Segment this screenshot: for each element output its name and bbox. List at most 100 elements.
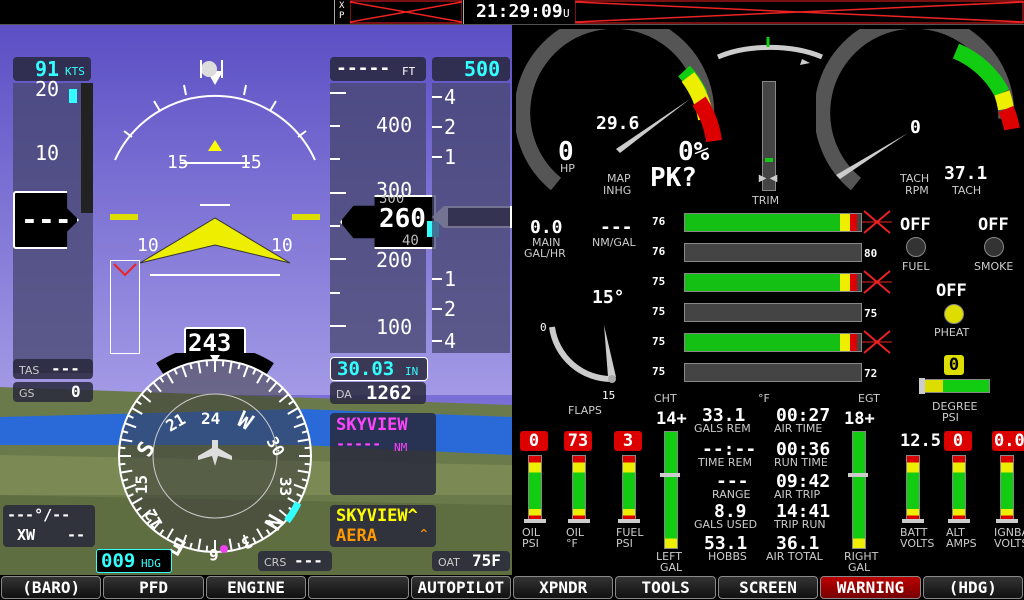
selected-altitude-value: -----: [336, 58, 391, 79]
da-value: 1262: [366, 382, 412, 404]
gauge-unit: AMPS: [946, 537, 977, 550]
altitude-tick: 400: [376, 113, 413, 137]
cylinder-bar: [684, 333, 862, 352]
run-time-label: RUN TIME: [774, 456, 828, 469]
cylinder-bar: [684, 363, 862, 382]
vsi-tick: 1: [444, 267, 457, 291]
oat-label: OAT: [438, 556, 460, 569]
gauge-bar: [1000, 455, 1014, 523]
cht-label: CHT: [654, 392, 677, 405]
nav2-source-box[interactable]: SKYVIEW^ AERA ⌃: [330, 505, 436, 547]
oat-box: OAT 75F: [432, 551, 510, 571]
pfd-panel[interactable]: 91 KTS 20 10 --- 15 15 10 10 ----- FT 50…: [0, 25, 512, 575]
cht-value: 75: [652, 275, 666, 288]
cht-value: 76: [652, 245, 666, 258]
tools-button[interactable]: TOOLS: [615, 576, 716, 599]
gauge-bar: [572, 455, 586, 523]
nav-distance: -----: [336, 435, 382, 453]
hobbs-label: HOBBS: [708, 550, 747, 563]
xw-label: XW: [17, 526, 36, 544]
hsi-compass: [118, 353, 312, 553]
autopilot-button[interactable]: AUTOPILOT: [410, 576, 512, 599]
cylinder-bar-fill: [685, 334, 858, 351]
vsi-tick: 4: [444, 329, 457, 353]
gauge-value: 0: [944, 431, 972, 451]
clock-suffix: U: [563, 7, 570, 20]
vs-bug-readout: 500: [432, 57, 510, 81]
gauge-pointer: [524, 519, 546, 523]
flaps-degree: 15°: [592, 287, 625, 308]
double-chevron-icon: ⌃: [418, 527, 430, 543]
screen-button[interactable]: SCREEN: [717, 576, 819, 599]
engine-panel[interactable]: 29.6 0 HP MAP INHG 0% PK? ▶ ◀ TRIM 0 37.…: [512, 25, 1024, 575]
tas-label: TAS: [19, 364, 40, 377]
temp-unit-label: °F: [758, 392, 770, 405]
fuel-time-totals: 33.1 00:27 GALS REM AIR TIME --:-- 00:36…: [690, 405, 850, 565]
gauge-unit: VOLTS: [900, 537, 935, 550]
gals-rem-label: GALS REM: [694, 422, 751, 435]
course-box[interactable]: CRS ---: [258, 551, 332, 571]
gauge-pointer: [996, 519, 1018, 523]
gauge-unit: °F: [566, 537, 578, 550]
compass-label: 6: [209, 545, 219, 564]
smoke-label: SMOKE: [974, 260, 1014, 273]
altitude-roll-below: 40: [402, 233, 419, 249]
clock: 21:29:09: [476, 1, 563, 22]
egt-value: 72: [864, 367, 878, 380]
baro-setting[interactable]: 30.03 IN: [330, 357, 428, 381]
airspeed-tick: 10: [35, 141, 60, 165]
gs-value: 0: [71, 382, 81, 401]
cht-value: 76: [652, 215, 666, 228]
gauge-unit: GAL: [660, 561, 683, 574]
crs-value: ---: [294, 551, 323, 570]
time-rem-label: TIME REM: [698, 456, 752, 469]
cht-value: 75: [652, 305, 666, 318]
batt-gauge: 12.5 BATT VOLTS: [900, 431, 941, 561]
gauge-value: 3: [614, 431, 642, 451]
pheat-light: [944, 304, 964, 324]
softkey-bar: (BARO) PFD ENGINE AUTOPILOT XPNDR TOOLS …: [0, 575, 1024, 600]
pfd-button[interactable]: PFD: [103, 576, 204, 599]
smoke-light: [984, 237, 1004, 257]
cylinder-temps: 76 76 80 75 75 75 75 75 72: [652, 209, 892, 395]
egt-fail-icon: [862, 210, 892, 234]
flaps-gauge: [549, 325, 616, 383]
air-total-label: AIR TOTAL: [766, 550, 823, 563]
trim-arrow-icons: ▶ ◀: [758, 173, 778, 184]
airspeed-unit: KTS: [65, 65, 85, 78]
cylinder-bar: [684, 303, 862, 322]
gauge-value: 12.5: [900, 431, 941, 451]
baro-unit: IN: [405, 365, 419, 378]
hdg-button[interactable]: (HDG): [922, 576, 1024, 599]
warning-button[interactable]: WARNING: [820, 576, 921, 599]
nav-source-box[interactable]: SKYVIEW ----- NM: [330, 413, 436, 495]
gauge-pointer: [848, 473, 868, 477]
engine-button[interactable]: ENGINE: [205, 576, 307, 599]
nav-source: SKYVIEW: [336, 415, 408, 435]
heading-bug-box[interactable]: 009 HDG: [96, 549, 172, 573]
degree-psi-bar: [919, 378, 990, 394]
airspeed-bar: [81, 83, 93, 213]
annunciator-fail-indicator: [575, 0, 1024, 24]
baro-value: 30.03: [337, 358, 395, 380]
wind-box: ---°/-- XW --: [3, 505, 95, 547]
fuel-flow-value: 0.0: [530, 217, 563, 238]
cylinder-bar: [684, 243, 862, 262]
baro-button[interactable]: (BARO): [1, 576, 102, 599]
da-label: DA: [336, 388, 352, 401]
gauge-pointer: [618, 519, 640, 523]
egt-fail-icon: [862, 270, 892, 294]
gauge-value: 0: [520, 431, 548, 451]
left-gal-gauge: 14+ LEFT GAL: [656, 409, 692, 573]
pitch-label: 15: [240, 152, 262, 173]
xpndr-button[interactable]: XPNDR: [513, 576, 614, 599]
fuel-pump-state: OFF: [900, 215, 931, 235]
blank-button[interactable]: [308, 576, 409, 599]
cylinder-bar-fill: [685, 274, 858, 291]
fuel-level-bar: [664, 431, 678, 549]
selected-altitude[interactable]: ----- FT: [330, 57, 426, 81]
altitude-current: 260: [379, 204, 426, 234]
divider: [334, 0, 335, 24]
airspeed-pointer: ---: [21, 203, 72, 236]
egt-value: 75: [864, 307, 878, 320]
